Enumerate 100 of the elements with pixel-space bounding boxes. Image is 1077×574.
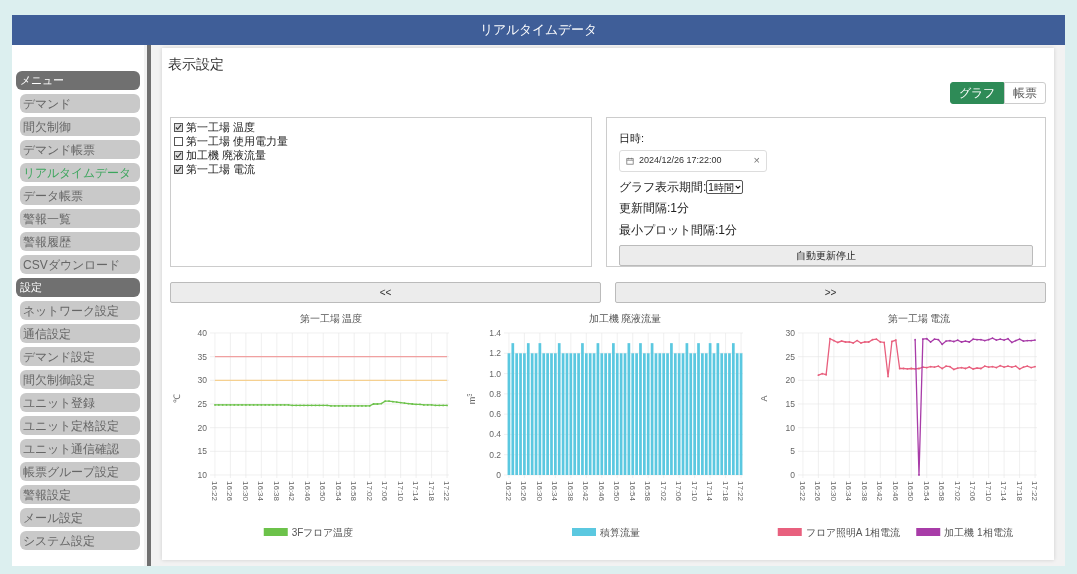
y-tick-label: 1.0	[489, 368, 501, 379]
stop-button[interactable]: 自動更新停止	[619, 244, 1033, 266]
x-tick-label: 16:46	[890, 481, 900, 502]
y-tick-label: 20	[785, 375, 795, 386]
section-header: 設定	[16, 278, 140, 297]
legend-label: 積算流量	[600, 527, 640, 538]
period-select[interactable]: 1時間	[706, 180, 743, 194]
title-bar: リアルタイムデータ	[12, 15, 1065, 45]
legend-label: フロア照明A 1相電流	[805, 527, 901, 538]
clear-button[interactable]: ×	[753, 152, 760, 169]
menu-item[interactable]: リアルタイムデータ	[20, 163, 140, 182]
y-axis-label: A	[761, 395, 769, 402]
x-tick-label: 17:10	[395, 481, 405, 502]
chart-title: 第一工場 温度	[299, 313, 363, 324]
y-tick-label: 0.8	[489, 388, 501, 399]
view-tab[interactable]: 帳票	[1004, 82, 1046, 104]
legend-label: 加工機 1相電流	[944, 527, 1013, 538]
menu-item[interactable]: システム設定	[20, 531, 140, 550]
x-tick-label: 16:22	[797, 481, 807, 502]
menu-item[interactable]: 警報履歴	[20, 232, 140, 251]
menu-item[interactable]: 間欠制御設定	[20, 370, 140, 389]
x-tick-label: 17:14	[705, 481, 715, 502]
x-tick-label: 17:10	[983, 481, 993, 502]
x-tick-label: 16:58	[937, 481, 947, 502]
y-tick-label: 0.6	[489, 409, 501, 420]
menu-item[interactable]: メール設定	[20, 508, 140, 527]
section-header: メニュー	[16, 71, 140, 90]
menu-item[interactable]: 通信設定	[20, 324, 140, 343]
x-tick-label: 17:18	[720, 481, 730, 502]
menu-item[interactable]: データ帳票	[20, 186, 140, 205]
menu-item[interactable]: ユニット通信確認	[20, 439, 140, 458]
series-label: 第一工場 電流	[186, 161, 256, 177]
x-tick-label: 16:34	[844, 481, 854, 502]
x-tick-label: 16:58	[643, 481, 653, 502]
x-tick-label: 17:02	[364, 481, 374, 502]
menu-item[interactable]: デマンド帳票	[20, 140, 140, 159]
x-tick-label: 16:50	[612, 481, 622, 502]
y-tick-label: 0	[496, 470, 501, 480]
field-label: 日時:	[619, 131, 646, 146]
y-tick-label: 25	[785, 351, 795, 362]
y-tick-label: 15	[785, 399, 795, 409]
menu-item[interactable]: CSVダウンロード	[20, 255, 140, 274]
menu-item[interactable]: ネットワーク設定	[20, 301, 140, 320]
y-tick-label: 1.2	[489, 348, 501, 359]
menu-item[interactable]: 警報設定	[20, 485, 140, 504]
series-label: 加工機 廃液流量	[186, 147, 267, 163]
view-tab[interactable]: グラフ	[950, 82, 1004, 104]
menu-item[interactable]: デマンド設定	[20, 347, 140, 366]
y-axis-label: ℃	[173, 394, 182, 403]
x-tick-label: 16:46	[302, 481, 312, 502]
x-tick-label: 16:38	[271, 481, 281, 502]
x-tick-label: 16:22	[209, 481, 219, 502]
field-label: グラフ表示期間:	[619, 179, 707, 196]
datetime-value: 2024/12/26 17:22:00	[639, 153, 723, 167]
menu-item[interactable]: ユニット定格設定	[20, 416, 140, 435]
y-tick-label: 30	[785, 328, 795, 338]
x-tick-label: 16:54	[921, 481, 931, 502]
x-tick-label: 16:38	[565, 481, 575, 502]
chart-title: 加工機 廃液流量	[588, 313, 662, 324]
y-tick-label: 0	[790, 470, 795, 480]
series-label: 第一工場 使用電力量	[186, 133, 289, 149]
next-button[interactable]: >>	[615, 282, 1046, 303]
x-tick-label: 17:14	[411, 481, 421, 502]
chart-title: 第一工場 電流	[887, 313, 951, 324]
x-tick-label: 17:06	[674, 481, 684, 502]
menu-item[interactable]: ユニット登録	[20, 393, 140, 412]
y-tick-label: 25	[197, 399, 207, 409]
x-tick-label: 16:42	[875, 481, 885, 502]
y-tick-label: 5	[790, 446, 795, 457]
y-tick-label: 20	[197, 422, 207, 433]
x-tick-label: 16:54	[333, 481, 343, 502]
x-tick-label: 16:34	[550, 481, 560, 502]
x-tick-label: 16:58	[349, 481, 359, 502]
x-tick-label: 16:42	[581, 481, 591, 502]
x-tick-label: 17:18	[1014, 481, 1024, 502]
prev-button[interactable]: <<	[170, 282, 601, 303]
y-tick-label: 0.2	[489, 449, 501, 460]
x-tick-label: 17:06	[380, 481, 390, 502]
y-tick-label: 40	[197, 328, 207, 338]
x-tick-label: 17:10	[689, 481, 699, 502]
menu-item[interactable]: 帳票グループ設定	[20, 462, 140, 481]
x-tick-label: 16:26	[519, 481, 529, 502]
x-tick-label: 16:50	[318, 481, 328, 502]
x-tick-label: 16:50	[906, 481, 916, 502]
menu-item[interactable]: 警報一覧	[20, 209, 140, 228]
x-tick-label: 16:26	[813, 481, 823, 502]
page-heading: 表示設定	[168, 55, 225, 74]
datetime-field[interactable]: 2024/12/26 17:22:00 ×	[619, 149, 767, 172]
x-tick-label: 17:02	[952, 481, 962, 502]
x-tick-label: 16:42	[287, 481, 297, 502]
menu-item[interactable]: 間欠制御	[20, 117, 140, 136]
x-tick-label: 16:30	[828, 481, 838, 502]
series-label: 第一工場 温度	[186, 119, 256, 135]
y-tick-label: 10	[197, 470, 207, 480]
legend-label: 3Fフロア温度	[291, 527, 354, 538]
menu-item[interactable]: デマンド	[20, 94, 140, 113]
y-tick-label: 1.4	[489, 328, 501, 338]
x-tick-label: 17:22	[1030, 481, 1040, 502]
x-tick-label: 17:14	[999, 481, 1009, 502]
info-text: 最小プロット間隔:1分	[619, 221, 738, 239]
